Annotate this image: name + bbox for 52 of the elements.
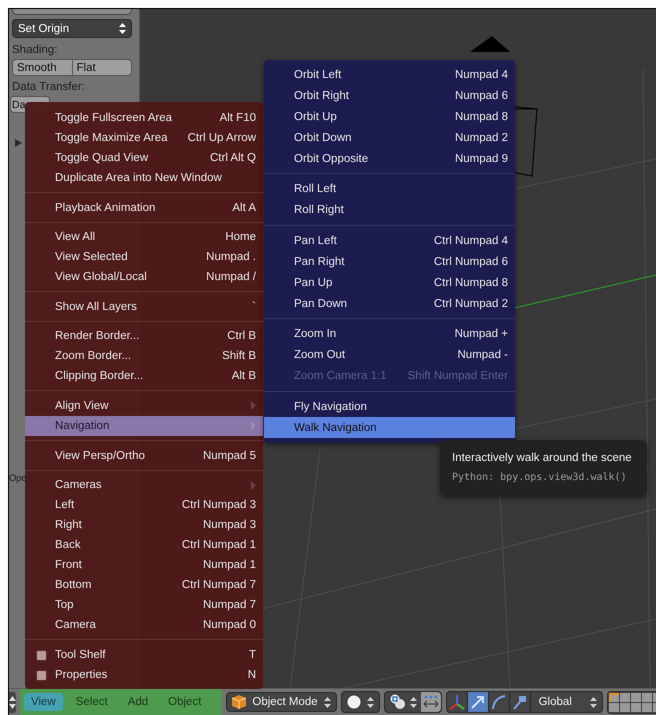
menu-item[interactable]: Zoom Border... Shift B bbox=[25, 346, 263, 366]
menu-item[interactable]: Back Ctrl Numpad 1 bbox=[25, 535, 263, 556]
menu-item[interactable]: Orbit Opposite Numpad 9 bbox=[264, 148, 515, 169]
shading-button[interactable]: Flat bbox=[72, 59, 132, 76]
menu-item[interactable]: Tool Shelf T bbox=[25, 644, 263, 665]
menu-item[interactable]: Top Numpad 7 bbox=[25, 595, 263, 616]
menu-button[interactable]: Select bbox=[68, 693, 115, 711]
menu-item[interactable]: Zoom Out Numpad - bbox=[264, 344, 515, 366]
section-label: Shading: bbox=[12, 43, 58, 57]
menu-item[interactable]: Orbit Left Numpad 4 bbox=[264, 64, 515, 85]
menu-item[interactable]: Pan Up Ctrl Numpad 8 bbox=[264, 272, 515, 294]
menu-item[interactable]: Show All Layers ` bbox=[25, 296, 263, 317]
menu-item[interactable]: Orbit Down Numpad 2 bbox=[264, 127, 515, 148]
menu-item[interactable]: Orbit Up Numpad 8 bbox=[264, 106, 515, 127]
menu-item[interactable]: Zoom In Numpad + bbox=[264, 324, 515, 345]
menu-item[interactable]: Navigation bbox=[25, 416, 263, 436]
menu-button[interactable]: Object bbox=[161, 693, 208, 711]
section-label: Data Transfer: bbox=[12, 80, 86, 94]
menu-item[interactable]: View Persp/Ortho Numpad 5 bbox=[25, 446, 263, 466]
menu-item[interactable]: Bottom Ctrl Numpad 7 bbox=[25, 575, 263, 596]
menu-item[interactable]: Playback Animation Alt A bbox=[25, 198, 263, 218]
menu-item[interactable]: Toggle Quad View Ctrl Alt Q bbox=[25, 148, 263, 168]
menu-item[interactable]: Left Ctrl Numpad 3 bbox=[25, 495, 263, 516]
menu-button[interactable]: View bbox=[24, 693, 63, 711]
menu-item[interactable]: Front Numpad 1 bbox=[25, 555, 263, 576]
menu-item[interactable]: Toggle Fullscreen Area Alt F10 bbox=[25, 108, 263, 128]
menu-item[interactable]: Orbit Right Numpad 6 bbox=[264, 85, 515, 106]
menu-item[interactable]: Right Numpad 3 bbox=[25, 515, 263, 536]
menu-button[interactable]: Add bbox=[120, 693, 156, 711]
dropdown[interactable]: Set Origin bbox=[12, 19, 132, 38]
menu-item[interactable]: Walk Navigation bbox=[264, 417, 515, 438]
menu-item[interactable]: Pan Right Ctrl Numpad 6 bbox=[264, 251, 515, 272]
menu-item[interactable]: Properties N bbox=[25, 664, 263, 685]
menu-item[interactable]: View Selected Numpad . bbox=[25, 247, 263, 268]
python-path: Python: bpy.ops.view3d.walk() bbox=[452, 472, 628, 483]
menu-item[interactable]: Toggle Maximize Area Ctrl Up Arrow bbox=[25, 128, 263, 148]
menu-item[interactable]: View Global/Local Numpad / bbox=[25, 267, 263, 288]
menu-item[interactable]: Fly Navigation bbox=[264, 396, 515, 418]
tooltip-text: Interactively walk around the scene bbox=[452, 452, 633, 464]
menu-item[interactable]: Align View bbox=[25, 396, 263, 416]
menu-item[interactable]: Render Border... Ctrl B bbox=[25, 326, 263, 346]
mode-dropdown[interactable]: Object Mode bbox=[226, 692, 337, 712]
menu-item[interactable]: Pan Left Ctrl Numpad 4 bbox=[264, 230, 515, 252]
menu-item[interactable]: Camera Numpad 0 bbox=[25, 615, 263, 636]
menu-item[interactable]: Cameras bbox=[25, 475, 263, 496]
menu-item[interactable]: Roll Left bbox=[264, 178, 515, 200]
menu-item[interactable]: Clipping Border... Alt B bbox=[25, 366, 263, 386]
menu-item[interactable]: View All Home bbox=[25, 227, 263, 248]
menu-item[interactable]: Roll Right bbox=[264, 200, 515, 221]
shading-button[interactable]: Smooth bbox=[12, 59, 72, 76]
menu-item[interactable]: Pan Down Ctrl Numpad 2 bbox=[264, 293, 515, 314]
menu-item[interactable]: Duplicate Area into New Window bbox=[25, 168, 263, 188]
